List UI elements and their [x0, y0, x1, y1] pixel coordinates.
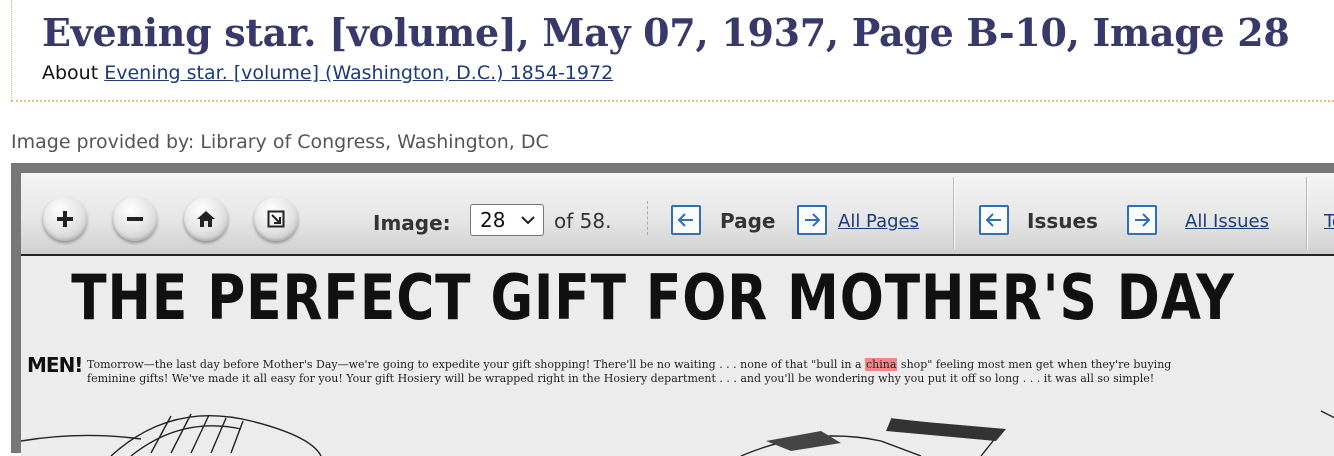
header-divider [11, 100, 1334, 102]
text-link-truncated[interactable]: To [1324, 211, 1334, 232]
newspaper-illustration [21, 410, 1334, 456]
image-count: of 58. [554, 209, 612, 233]
text-segment: Tomorrow—the last day before Mother's Da… [87, 358, 866, 371]
all-pages-link[interactable]: All Pages [838, 211, 919, 232]
newspaper-headline: THE PERFECT GIFT FOR MOTHER'S DAY [71, 261, 1235, 334]
fullscreen-button[interactable] [254, 197, 298, 241]
image-label: Image: [373, 211, 451, 235]
text-segment: shop" feeling most men get when they're … [897, 358, 1172, 371]
image-viewer: Image: 28 of 58. Page All Pages Issues A… [11, 163, 1334, 456]
image-select[interactable]: 28 [470, 204, 544, 236]
about-line: About Evening star. [volume] (Washington… [42, 60, 613, 86]
home-button[interactable] [184, 197, 228, 241]
image-provider: Image provided by: Library of Congress, … [11, 131, 549, 153]
newspaper-lead-word: MEN! [27, 353, 83, 377]
newspaper-text-line: Tomorrow—the last day before Mother's Da… [87, 358, 1171, 371]
arrow-right-icon [1135, 213, 1151, 227]
plus-icon [57, 211, 73, 227]
title-link[interactable]: Evening star. [volume] (Washington, D.C.… [104, 62, 613, 84]
about-label: About [42, 62, 99, 84]
page-title: Evening star. [volume], May 07, 1937, Pa… [42, 10, 1290, 55]
next-page-button[interactable] [797, 205, 827, 235]
issues-nav-label: Issues [1027, 209, 1098, 233]
toolbar-divider [1306, 177, 1308, 249]
viewer-toolbar: Image: 28 of 58. Page All Pages Issues A… [21, 173, 1334, 256]
arrow-left-icon [677, 213, 693, 227]
zoom-out-button[interactable] [113, 197, 157, 241]
chevron-down-icon [521, 216, 535, 225]
header-left-rule [11, 0, 12, 100]
toolbar-dashed-divider [647, 201, 648, 235]
page-nav-label: Page [720, 209, 776, 233]
newspaper-page-image[interactable]: THE PERFECT GIFT FOR MOTHER'S DAY MEN! T… [21, 254, 1334, 456]
toolbar-divider [953, 177, 955, 249]
arrow-left-icon [985, 213, 1001, 227]
minus-icon [127, 217, 143, 221]
previous-issue-button[interactable] [979, 205, 1009, 235]
next-issue-button[interactable] [1127, 205, 1157, 235]
image-select-value: 28 [480, 208, 506, 232]
search-highlight: china [865, 358, 898, 371]
previous-page-button[interactable] [671, 205, 701, 235]
home-icon [197, 211, 215, 227]
all-issues-link[interactable]: All Issues [1185, 211, 1269, 232]
fullscreen-icon [267, 210, 285, 228]
zoom-in-button[interactable] [43, 197, 87, 241]
arrow-right-icon [805, 213, 821, 227]
